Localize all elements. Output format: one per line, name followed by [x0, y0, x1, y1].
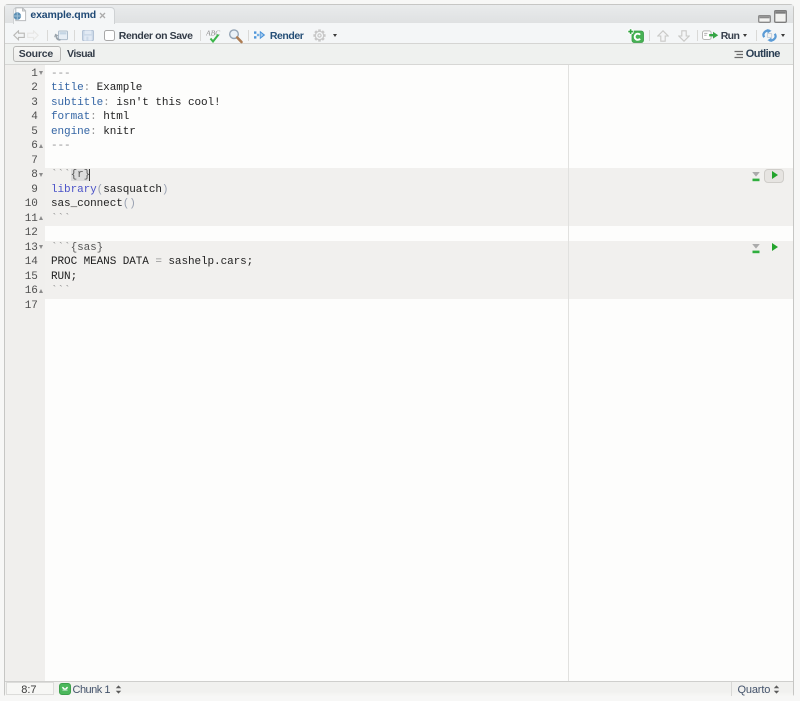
svg-text:ABC: ABC	[206, 29, 221, 38]
